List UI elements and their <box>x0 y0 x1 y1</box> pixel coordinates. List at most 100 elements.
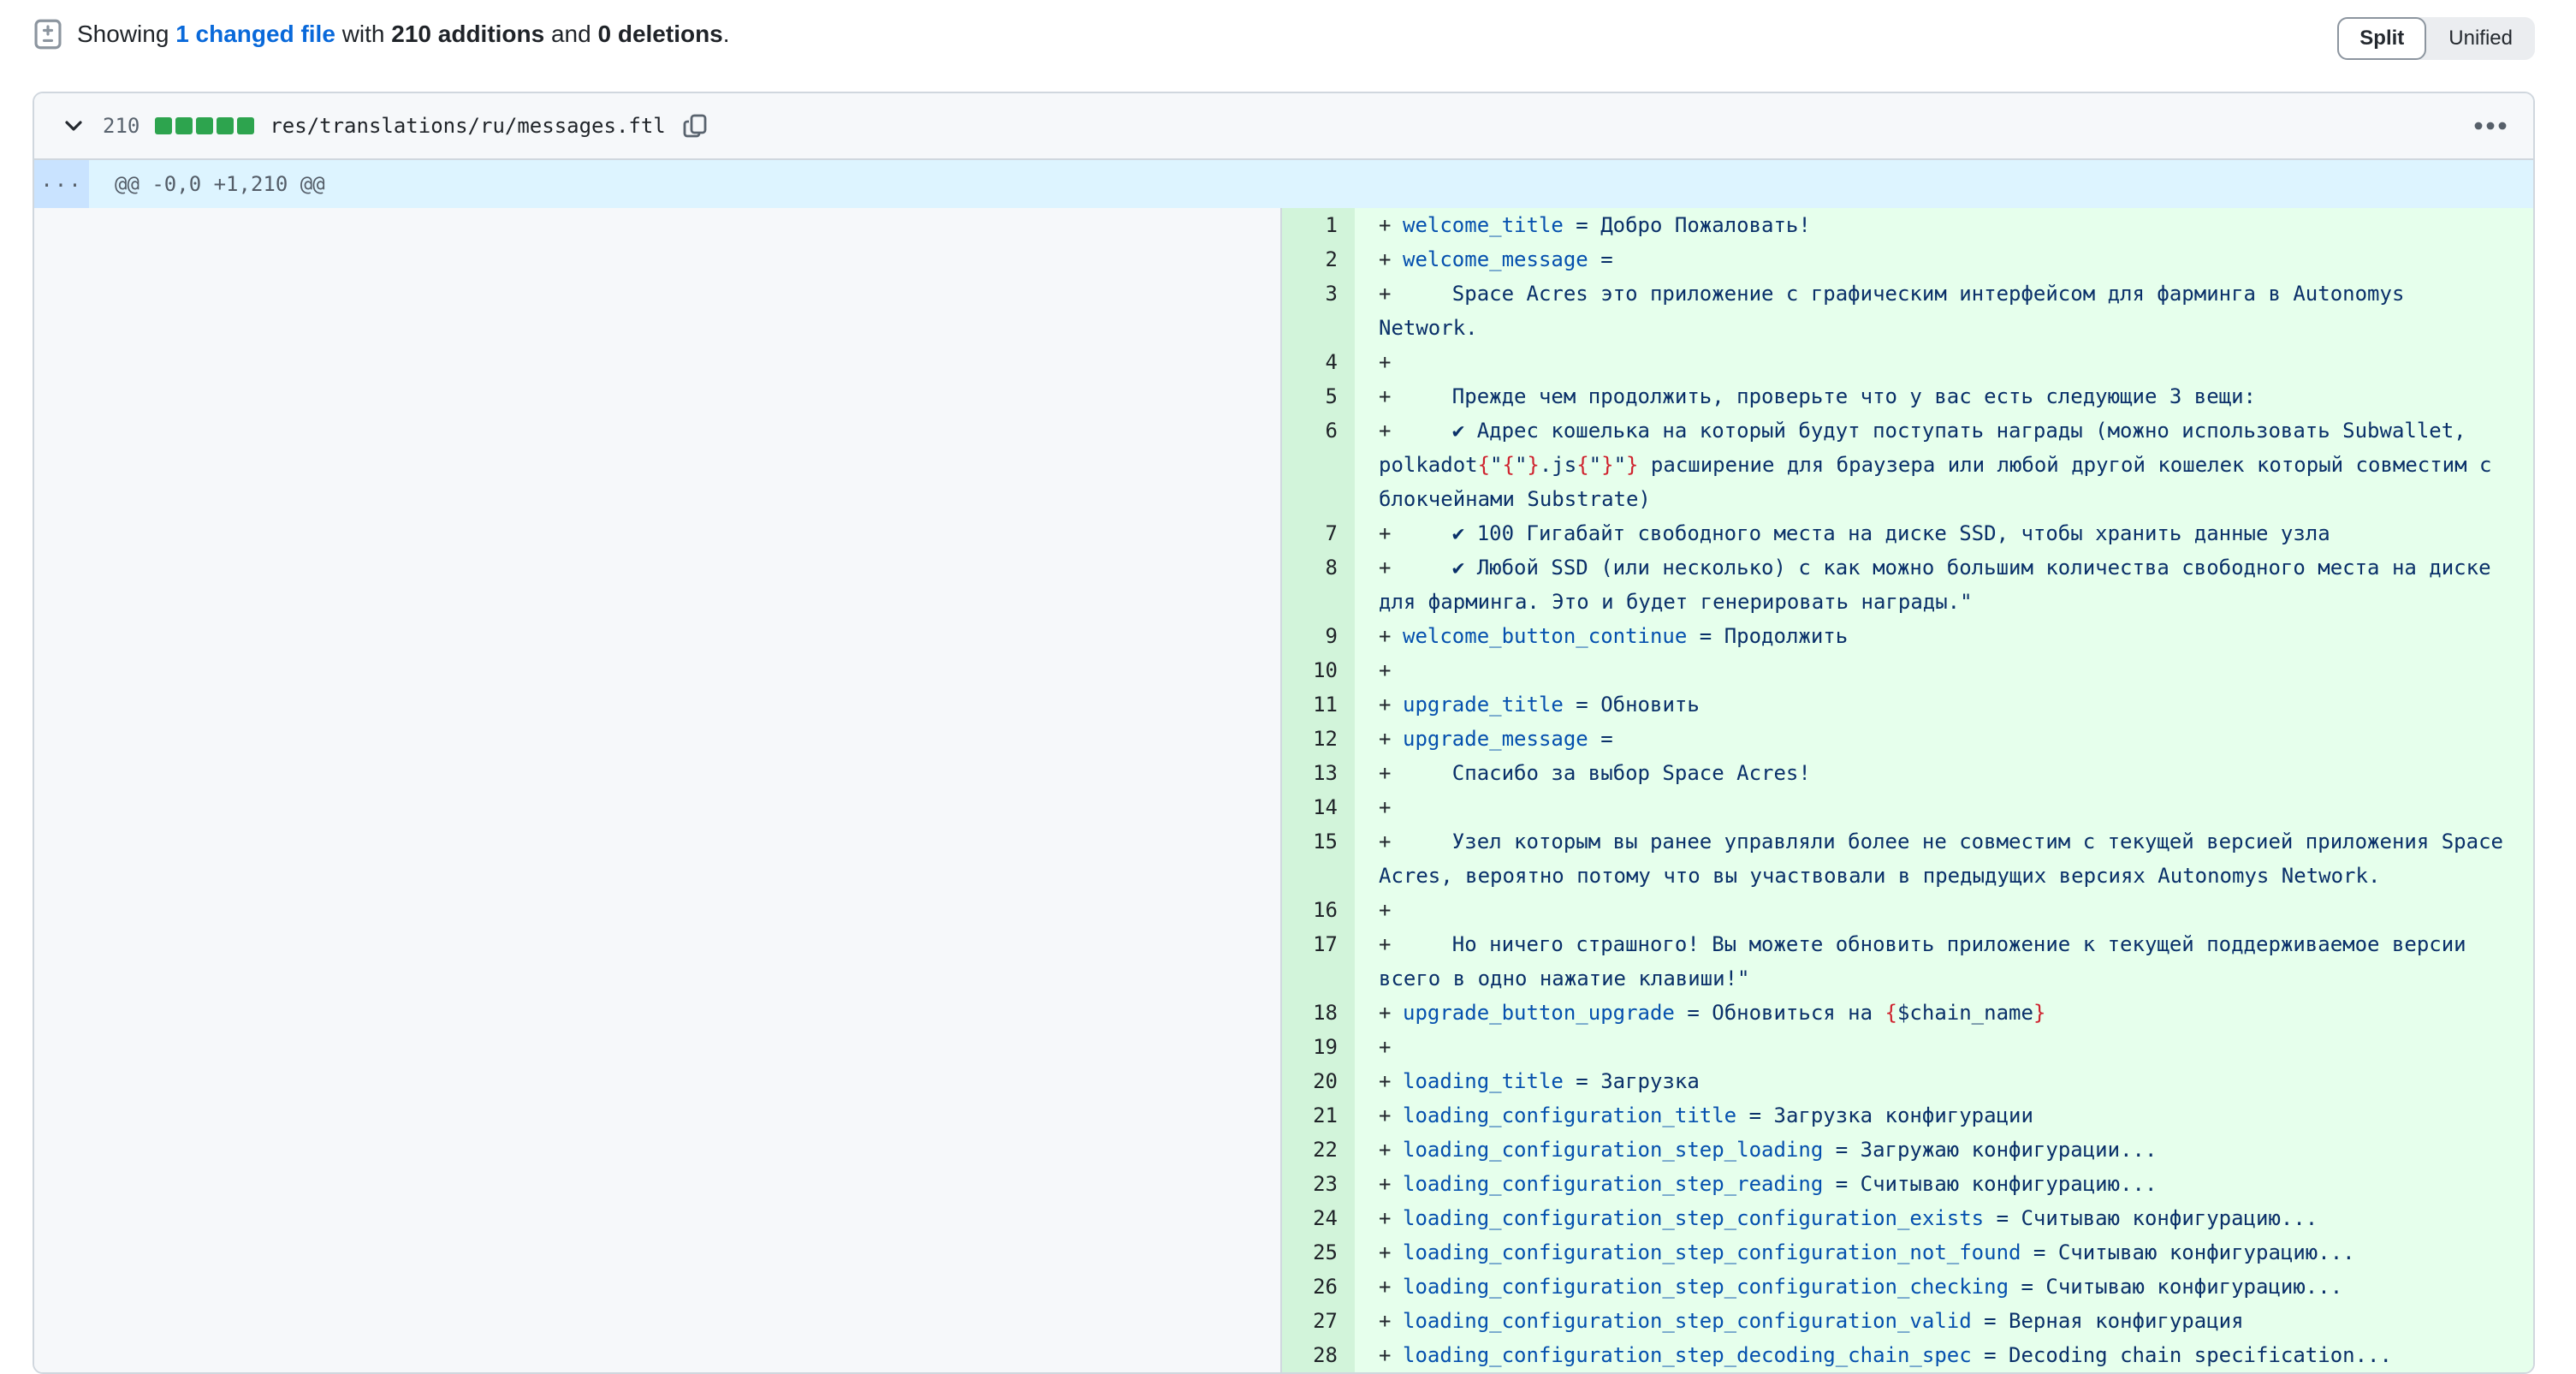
diff-row: 18+upgrade_button_upgrade = Обновиться н… <box>1282 996 2533 1030</box>
diff-row: 11+upgrade_title = Обновить <box>1282 687 2533 722</box>
line-number[interactable]: 7 <box>1282 516 1355 550</box>
addition-marker: + <box>1379 345 1403 379</box>
line-number[interactable]: 15 <box>1282 824 1355 893</box>
line-number[interactable]: 26 <box>1282 1270 1355 1304</box>
line-number[interactable]: 22 <box>1282 1133 1355 1167</box>
line-number[interactable]: 19 <box>1282 1030 1355 1064</box>
line-number[interactable]: 9 <box>1282 619 1355 653</box>
diff-left-empty <box>34 208 1282 1372</box>
line-number[interactable]: 8 <box>1282 550 1355 619</box>
line-number[interactable]: 27 <box>1282 1304 1355 1338</box>
line-number[interactable]: 14 <box>1282 790 1355 824</box>
unified-button[interactable]: Unified <box>2426 17 2535 60</box>
diff-row: 1+welcome_title = Добро Пожаловать! <box>1282 208 2533 242</box>
addition-marker: + <box>1379 927 1403 961</box>
code-line: +loading_configuration_step_configuratio… <box>1355 1201 2533 1235</box>
line-number[interactable]: 12 <box>1282 722 1355 756</box>
line-number[interactable]: 23 <box>1282 1167 1355 1201</box>
addition-marker: + <box>1379 824 1403 859</box>
diff-rows: 1+welcome_title = Добро Пожаловать!2+wel… <box>1282 208 2533 1372</box>
code-line: +welcome_button_continue = Продолжить <box>1355 619 2533 653</box>
collapse-chevron-icon[interactable] <box>60 112 87 140</box>
diffstat <box>155 117 254 134</box>
addition-marker: + <box>1379 653 1403 687</box>
diff-row: 27+loading_configuration_step_configurat… <box>1282 1304 2533 1338</box>
code-line: + <box>1355 1030 2533 1064</box>
line-number[interactable]: 16 <box>1282 893 1355 927</box>
line-number[interactable]: 21 <box>1282 1098 1355 1133</box>
changed-lines-count: 210 <box>103 114 139 138</box>
diffstat-block <box>237 117 254 134</box>
addition-marker: + <box>1379 619 1403 653</box>
line-number[interactable]: 25 <box>1282 1235 1355 1270</box>
code-line: + Спасибо за выбор Space Acres! <box>1355 756 2533 790</box>
addition-marker: + <box>1379 1201 1403 1235</box>
diff-row: 3+ Space Acres это приложение с графичес… <box>1282 277 2533 345</box>
file-card: 210 res/translations/ru/messages.ftl ...… <box>33 92 2535 1374</box>
addition-marker: + <box>1379 1030 1403 1064</box>
addition-marker: + <box>1379 687 1403 722</box>
diffstat-block <box>155 117 172 134</box>
code-line: + Space Acres это приложение с графическ… <box>1355 277 2533 345</box>
summary-text: Showing 1 changed file with 210 addition… <box>77 19 730 50</box>
addition-marker: + <box>1379 756 1403 790</box>
additions-count: 210 additions <box>391 21 544 47</box>
code-line: + Прежде чем продолжить, проверьте что у… <box>1355 379 2533 413</box>
line-number[interactable]: 5 <box>1282 379 1355 413</box>
line-number[interactable]: 6 <box>1282 413 1355 516</box>
diff-row: 23+loading_configuration_step_reading = … <box>1282 1167 2533 1201</box>
file-header: 210 res/translations/ru/messages.ftl <box>34 93 2533 160</box>
code-line: +upgrade_title = Обновить <box>1355 687 2533 722</box>
diff-row: 26+loading_configuration_step_configurat… <box>1282 1270 2533 1304</box>
line-number[interactable]: 3 <box>1282 277 1355 345</box>
addition-marker: + <box>1379 1167 1403 1201</box>
file-menu-button[interactable] <box>2473 112 2508 140</box>
line-number[interactable]: 17 <box>1282 927 1355 996</box>
line-number[interactable]: 24 <box>1282 1201 1355 1235</box>
diff-row: 21+loading_configuration_title = Загрузк… <box>1282 1098 2533 1133</box>
line-number[interactable]: 20 <box>1282 1064 1355 1098</box>
diff-row: 5+ Прежде чем продолжить, проверьте что … <box>1282 379 2533 413</box>
line-number[interactable]: 2 <box>1282 242 1355 277</box>
code-line: + ✔ Любой SSD (или несколько) с как можн… <box>1355 550 2533 619</box>
hunk-header-text: @@ -0,0 +1,210 @@ <box>89 160 2533 208</box>
code-line: +loading_configuration_step_loading = За… <box>1355 1133 2533 1167</box>
addition-marker: + <box>1379 790 1403 824</box>
code-line: +loading_configuration_title = Загрузка … <box>1355 1098 2533 1133</box>
changed-files-summary: Showing 1 changed file with 210 addition… <box>33 19 730 50</box>
line-number[interactable]: 1 <box>1282 208 1355 242</box>
addition-marker: + <box>1379 1338 1403 1372</box>
addition-marker: + <box>1379 722 1403 756</box>
diff-row: 20+loading_title = Загрузка <box>1282 1064 2533 1098</box>
split-button[interactable]: Split <box>2337 17 2426 60</box>
code-line: + <box>1355 790 2533 824</box>
code-line: + <box>1355 345 2533 379</box>
addition-marker: + <box>1379 379 1403 413</box>
code-line: +upgrade_message = <box>1355 722 2533 756</box>
code-line: +loading_configuration_step_configuratio… <box>1355 1270 2533 1304</box>
diff-row: 13+ Спасибо за выбор Space Acres! <box>1282 756 2533 790</box>
code-line: +welcome_message = <box>1355 242 2533 277</box>
deletions-count: 0 deletions <box>597 21 722 47</box>
addition-marker: + <box>1379 277 1403 311</box>
line-number[interactable]: 28 <box>1282 1338 1355 1372</box>
changed-files-link[interactable]: 1 changed file <box>175 21 335 47</box>
code-line: +upgrade_button_upgrade = Обновиться на … <box>1355 996 2533 1030</box>
expand-hunk-button[interactable]: ... <box>34 160 89 208</box>
code-line: + ✔ Адрес кошелька на который будут пост… <box>1355 413 2533 516</box>
diff-row: 22+loading_configuration_step_loading = … <box>1282 1133 2533 1167</box>
addition-marker: + <box>1379 1270 1403 1304</box>
line-number[interactable]: 4 <box>1282 345 1355 379</box>
copy-path-icon[interactable] <box>681 112 709 140</box>
line-number[interactable]: 18 <box>1282 996 1355 1030</box>
code-line: + Узел которым вы ранее управляли более … <box>1355 824 2533 893</box>
view-toggle: Split Unified <box>2337 17 2535 60</box>
code-line: +loading_configuration_step_configuratio… <box>1355 1235 2533 1270</box>
line-number[interactable]: 13 <box>1282 756 1355 790</box>
line-number[interactable]: 11 <box>1282 687 1355 722</box>
code-line: + <box>1355 893 2533 927</box>
code-line: +loading_configuration_step_reading = Сч… <box>1355 1167 2533 1201</box>
addition-marker: + <box>1379 413 1403 448</box>
hunk-row: ... @@ -0,0 +1,210 @@ <box>34 160 2533 208</box>
line-number[interactable]: 10 <box>1282 653 1355 687</box>
